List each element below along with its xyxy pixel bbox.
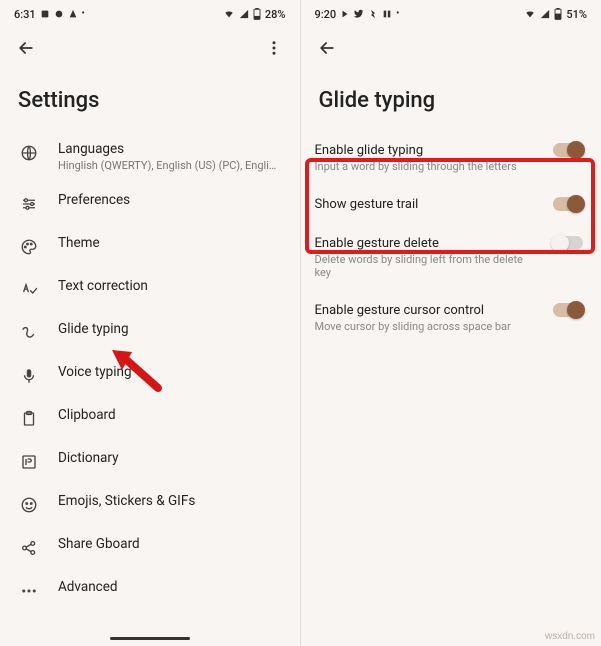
settings-row-advanced[interactable]: Advanced bbox=[0, 569, 300, 612]
notif-icon bbox=[368, 9, 378, 19]
nav-pill[interactable] bbox=[110, 637, 190, 640]
row-label: Dictionary bbox=[58, 450, 282, 466]
row-sub: Move cursor by sliding across space bar bbox=[315, 320, 540, 333]
status-time: 9:20 bbox=[315, 8, 337, 21]
page-title: Glide typing bbox=[301, 68, 601, 131]
settings-row-theme[interactable]: Theme bbox=[0, 225, 300, 268]
option-cursor-control[interactable]: Enable gesture cursor control Move curso… bbox=[301, 291, 601, 345]
glide-typing-screen: 9:20 • 51% Glide typing Enable glide typ… bbox=[301, 0, 601, 646]
toggle-gesture-delete[interactable] bbox=[553, 236, 583, 250]
toggle-enable-glide[interactable] bbox=[553, 143, 583, 157]
back-button[interactable] bbox=[14, 36, 38, 60]
globe-icon bbox=[18, 142, 40, 164]
notif-icon bbox=[54, 9, 64, 19]
row-label: Clipboard bbox=[58, 407, 282, 423]
notif-dot: • bbox=[82, 9, 85, 19]
toggle-gesture-trail[interactable] bbox=[553, 197, 583, 211]
spellcheck-icon bbox=[18, 279, 40, 301]
more-horiz-icon bbox=[18, 580, 40, 602]
settings-list: Languages Hinglish (QWERTY), English (US… bbox=[0, 131, 300, 612]
row-label: Voice typing bbox=[58, 364, 282, 380]
settings-row-glide-typing[interactable]: Glide typing bbox=[0, 311, 300, 354]
notif-icon bbox=[40, 9, 50, 19]
status-bar: 6:31 • 28% bbox=[0, 0, 300, 28]
option-gesture-delete[interactable]: Enable gesture delete Delete words by sl… bbox=[301, 224, 601, 291]
battery-icon bbox=[554, 8, 562, 20]
watermark: wsxdn.com bbox=[545, 631, 595, 642]
row-label: Preferences bbox=[58, 192, 282, 208]
settings-row-share[interactable]: Share Gboard bbox=[0, 526, 300, 569]
row-label: Enable gesture cursor control bbox=[315, 303, 540, 318]
row-label: Text correction bbox=[58, 278, 282, 294]
row-label: Emojis, Stickers & GIFs bbox=[58, 493, 282, 509]
battery-pct: 28% bbox=[265, 8, 286, 21]
signal-icon bbox=[540, 9, 550, 19]
notif-icon bbox=[382, 9, 392, 19]
app-bar bbox=[0, 28, 300, 68]
row-label: Enable gesture delete bbox=[315, 236, 540, 251]
settings-row-emojis[interactable]: Emojis, Stickers & GIFs bbox=[0, 483, 300, 526]
settings-row-clipboard[interactable]: Clipboard bbox=[0, 397, 300, 440]
wifi-icon bbox=[524, 9, 536, 19]
signal-icon bbox=[239, 9, 249, 19]
battery-icon bbox=[253, 8, 261, 20]
row-sub: Delete words by sliding left from the de… bbox=[315, 253, 540, 279]
settings-row-preferences[interactable]: Preferences bbox=[0, 182, 300, 225]
settings-row-voice-typing[interactable]: Voice typing bbox=[0, 354, 300, 397]
emoji-icon bbox=[18, 494, 40, 516]
wifi-icon bbox=[223, 9, 235, 19]
settings-row-text-correction[interactable]: Text correction bbox=[0, 268, 300, 311]
row-label: Share Gboard bbox=[58, 536, 282, 552]
back-arrow-icon bbox=[317, 38, 337, 58]
row-label: Glide typing bbox=[58, 321, 282, 337]
overflow-button[interactable] bbox=[262, 36, 286, 60]
row-label: Theme bbox=[58, 235, 282, 251]
gesture-icon bbox=[18, 322, 40, 344]
status-time: 6:31 bbox=[14, 8, 36, 21]
notif-icon bbox=[68, 9, 78, 19]
row-label: Advanced bbox=[58, 579, 282, 595]
page-title: Settings bbox=[0, 68, 300, 131]
option-gesture-trail[interactable]: Show gesture trail bbox=[301, 185, 601, 224]
toggle-cursor-control[interactable] bbox=[553, 303, 583, 317]
row-sub: Input a word by sliding through the lett… bbox=[315, 160, 540, 173]
app-bar bbox=[301, 28, 601, 68]
battery-pct: 51% bbox=[566, 8, 587, 21]
back-button[interactable] bbox=[315, 36, 339, 60]
clipboard-icon bbox=[18, 408, 40, 430]
notif-icon bbox=[354, 9, 364, 19]
share-icon bbox=[18, 537, 40, 559]
notif-icon bbox=[340, 9, 350, 19]
sliders-icon bbox=[18, 193, 40, 215]
back-arrow-icon bbox=[16, 38, 36, 58]
dictionary-icon bbox=[18, 451, 40, 473]
notif-dot: • bbox=[396, 9, 399, 19]
row-label: Languages bbox=[58, 141, 282, 157]
row-sub: Hinglish (QWERTY), English (US) (PC), En… bbox=[58, 159, 282, 172]
status-bar: 9:20 • 51% bbox=[301, 0, 601, 28]
glide-options-list: Enable glide typing Input a word by slid… bbox=[301, 131, 601, 345]
option-enable-glide[interactable]: Enable glide typing Input a word by slid… bbox=[301, 131, 601, 185]
palette-icon bbox=[18, 236, 40, 258]
mic-icon bbox=[18, 365, 40, 387]
settings-screen: 6:31 • 28% Settings Languages Hinglish (… bbox=[0, 0, 301, 646]
more-vert-icon bbox=[265, 39, 283, 57]
settings-row-dictionary[interactable]: Dictionary bbox=[0, 440, 300, 483]
row-label: Show gesture trail bbox=[315, 197, 540, 212]
row-label: Enable glide typing bbox=[315, 143, 540, 158]
settings-row-languages[interactable]: Languages Hinglish (QWERTY), English (US… bbox=[0, 131, 300, 182]
